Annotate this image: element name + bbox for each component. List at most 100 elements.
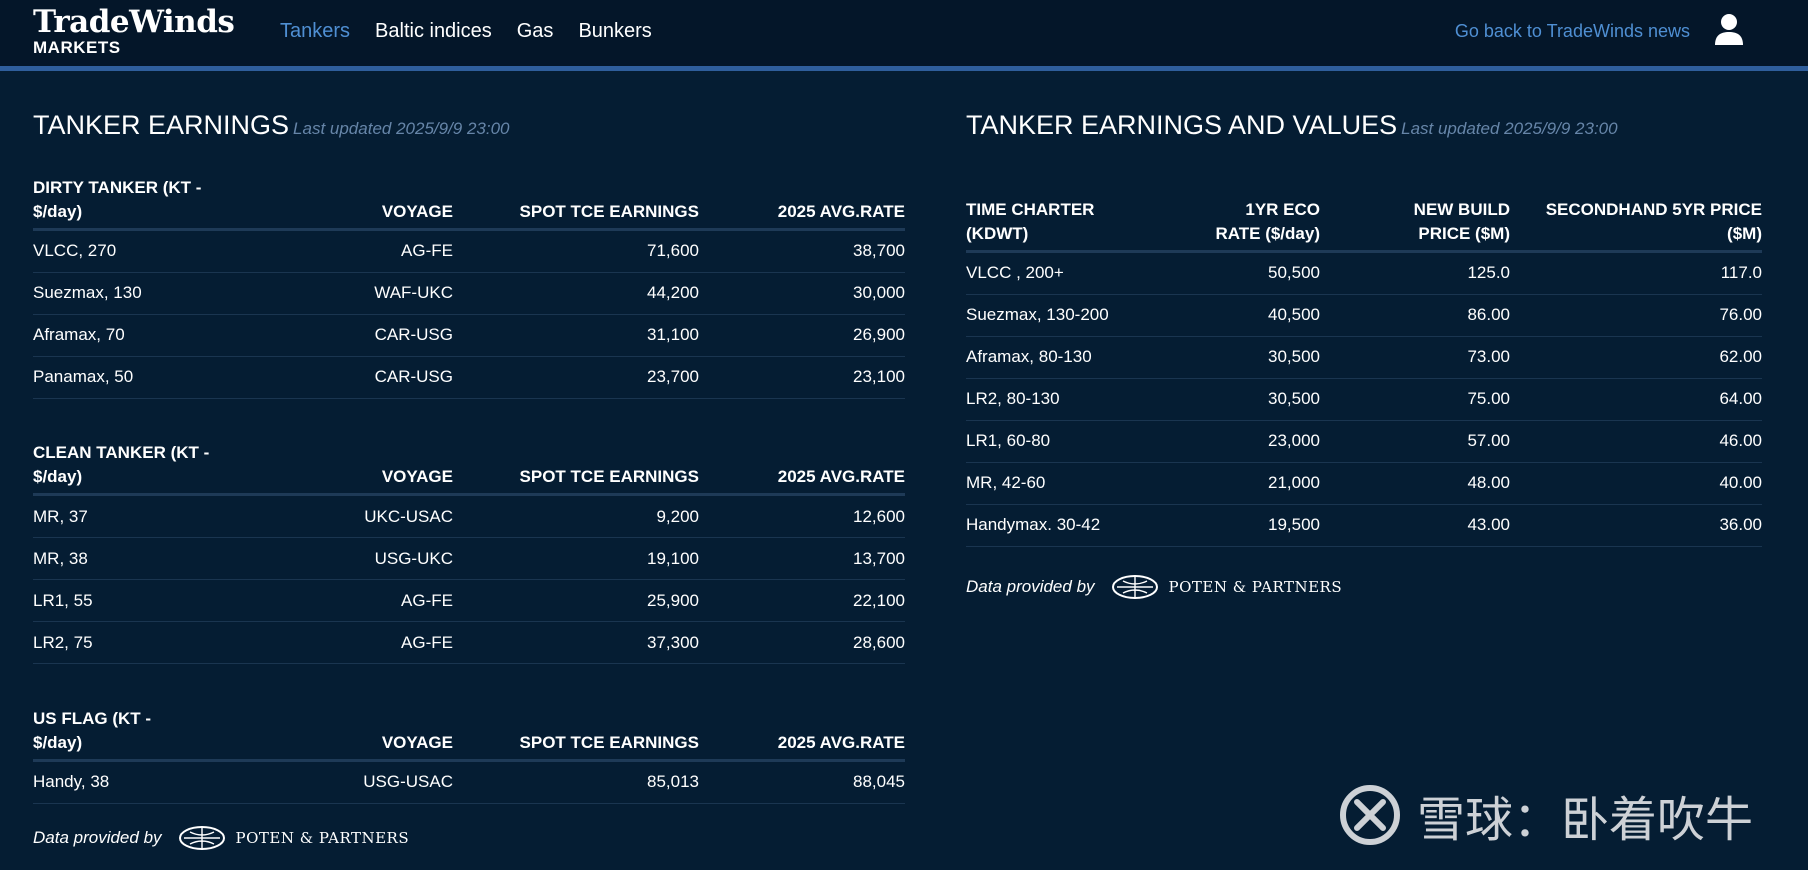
cell-new-build: 75.00 [1320,378,1510,421]
cell-avg-rate: 13,700 [699,537,905,580]
table-row: Handy, 38 USG-USAC 85,013 88,045 [33,760,905,804]
table-row: VLCC , 200+ 50,500 125.0 117.0 [966,251,1762,295]
cell-eco-rate: 19,500 [1176,504,1320,547]
cell-vessel: LR1, 60-80 [966,420,1176,463]
column-header-voyage: VOYAGE [243,698,453,762]
table-row: MR, 42-60 21,000 48.00 40.00 [966,462,1762,505]
cell-spot-tce: 85,013 [453,760,699,804]
cell-avg-rate: 28,600 [699,621,905,664]
nav-bunkers[interactable]: Bunkers [578,20,651,43]
time-charter-table: TIME CHARTER (KDWT) 1YR ECO RATE ($/day)… [966,163,1762,547]
column-header-category: CLEAN TANKER (KT - $/day) [33,432,243,496]
cell-spot-tce: 31,100 [453,314,699,357]
table-row: LR2, 75 AG-FE 37,300 28,600 [33,621,905,664]
column-header-category: DIRTY TANKER (KT - $/day) [33,167,243,231]
cell-voyage: WAF-UKC [243,272,453,315]
column-header-avg-rate: 2025 AVG.RATE [699,432,905,496]
cell-voyage: CAR-USG [243,356,453,399]
table-row: Suezmax, 130 WAF-UKC 44,200 30,000 [33,272,905,315]
panel-title: TANKER EARNINGS AND VALUES Last updated 2… [966,110,1762,141]
cell-vessel: MR, 42-60 [966,462,1176,505]
cell-avg-rate: 88,045 [699,760,905,804]
table-row: LR2, 80-130 30,500 75.00 64.00 [966,378,1762,421]
cell-voyage: CAR-USG [243,314,453,357]
panel-title-text: TANKER EARNINGS [33,110,290,140]
table-row: Aframax, 70 CAR-USG 31,100 26,900 [33,314,905,357]
watermark: 雪球：卧着吹牛 [1339,780,1753,850]
column-header-eco-rate: 1YR ECO RATE ($/day) [1176,163,1320,253]
watermark-text: 雪球：卧着吹牛 [1416,792,1753,848]
cell-vessel: VLCC, 270 [33,229,243,273]
table-row: MR, 38 USG-UKC 19,100 13,700 [33,537,905,580]
cell-vessel: Handy, 38 [33,760,243,804]
cell-secondhand: 40.00 [1510,462,1762,505]
cell-new-build: 125.0 [1320,251,1510,295]
cell-spot-tce: 19,100 [453,537,699,580]
cell-vessel: VLCC , 200+ [966,251,1176,295]
logo-main-text: TradeWinds [33,4,235,40]
cell-avg-rate: 38,700 [699,229,905,273]
cell-avg-rate: 23,100 [699,356,905,399]
partner-name: POTEN & PARTNERS [235,828,410,847]
us-flag-table: US FLAG (KT - $/day) VOYAGE SPOT TCE EAR… [33,698,905,804]
cell-eco-rate: 30,500 [1176,336,1320,379]
column-header-time-charter: TIME CHARTER (KDWT) [966,163,1176,253]
table-row: LR1, 55 AG-FE 25,900 22,100 [33,579,905,622]
tradewinds-logo[interactable]: TradeWinds MARKETS [33,4,235,58]
table-row: VLCC, 270 AG-FE 71,600 38,700 [33,229,905,273]
table-row: Aframax, 80-130 30,500 73.00 62.00 [966,336,1762,379]
column-header-voyage: VOYAGE [243,432,453,496]
cell-spot-tce: 25,900 [453,579,699,622]
topbar-accent-line [0,66,1808,71]
cell-secondhand: 76.00 [1510,294,1762,337]
cell-vessel: Suezmax, 130-200 [966,294,1176,337]
cell-voyage: USG-UKC [243,537,453,580]
cell-eco-rate: 30,500 [1176,378,1320,421]
cell-vessel: LR2, 75 [33,621,243,664]
logo-sub-text: MARKETS [33,38,121,57]
provided-by-label: Data provided by [33,827,162,847]
cell-vessel: Panamax, 50 [33,356,243,399]
user-account-icon[interactable] [1714,13,1744,45]
back-to-news-link[interactable]: Go back to TradeWinds news [1455,21,1690,42]
cell-spot-tce: 37,300 [453,621,699,664]
cell-secondhand: 46.00 [1510,420,1762,463]
data-provider-credit: Data provided by POTEN & PARTNERS [966,573,1762,601]
column-header-new-build: NEW BUILD PRICE ($M) [1320,163,1510,253]
column-header-avg-rate: 2025 AVG.RATE [699,167,905,231]
last-updated-text: Last updated 2025/9/9 23:00 [293,119,510,138]
cell-vessel: LR1, 55 [33,579,243,622]
cell-eco-rate: 21,000 [1176,462,1320,505]
table-row: LR1, 60-80 23,000 57.00 46.00 [966,420,1762,463]
poten-partners-logo-icon [1111,574,1158,599]
table-row: Suezmax, 130-200 40,500 86.00 76.00 [966,294,1762,337]
column-header-secondhand: SECONDHAND 5YR PRICE ($M) [1510,163,1762,253]
cell-new-build: 57.00 [1320,420,1510,463]
nav-gas[interactable]: Gas [517,20,554,43]
poten-partners-logo-icon [178,825,225,850]
column-header-avg-rate: 2025 AVG.RATE [699,698,905,762]
nav-baltic-indices[interactable]: Baltic indices [375,20,492,43]
cell-spot-tce: 9,200 [453,494,699,538]
cell-eco-rate: 23,000 [1176,420,1320,463]
cell-spot-tce: 23,700 [453,356,699,399]
column-header-spot-tce: SPOT TCE EARNINGS [453,698,699,762]
cell-new-build: 73.00 [1320,336,1510,379]
cell-voyage: AG-FE [243,621,453,664]
cell-voyage: UKC-USAC [243,494,453,538]
cell-new-build: 86.00 [1320,294,1510,337]
cell-spot-tce: 44,200 [453,272,699,315]
nav-tankers[interactable]: Tankers [280,20,350,43]
main-nav: Tankers Baltic indices Gas Bunkers [280,20,677,43]
cell-spot-tce: 71,600 [453,229,699,273]
table-row: Panamax, 50 CAR-USG 23,700 23,100 [33,356,905,399]
cell-avg-rate: 12,600 [699,494,905,538]
cell-vessel: Suezmax, 130 [33,272,243,315]
cell-secondhand: 64.00 [1510,378,1762,421]
partner-name: POTEN & PARTNERS [1168,577,1343,596]
cell-avg-rate: 22,100 [699,579,905,622]
panel-title-text: TANKER EARNINGS AND VALUES [966,110,1398,140]
cell-secondhand: 36.00 [1510,504,1762,547]
cell-eco-rate: 50,500 [1176,251,1320,295]
column-header-spot-tce: SPOT TCE EARNINGS [453,167,699,231]
